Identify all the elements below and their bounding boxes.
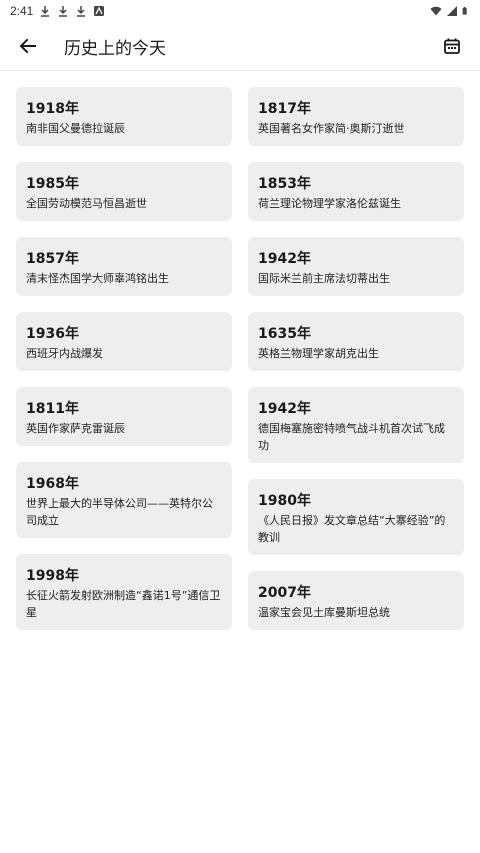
calendar-button[interactable] — [438, 32, 466, 60]
status-right — [430, 5, 470, 17]
event-year: 1985年 — [26, 176, 79, 192]
status-time: 2:41 — [10, 4, 34, 18]
event-description: 世界上最大的半导体公司——英特尔公司成立 — [26, 497, 213, 527]
event-description: 清末怪杰国学大师辜鸿铭出生 — [26, 272, 169, 285]
header-divider — [0, 70, 480, 71]
event-year: 1968年 — [26, 476, 79, 492]
event-year: 1811年 — [26, 401, 79, 417]
battery-icon — [462, 7, 467, 15]
event-year: 2007年 — [258, 585, 311, 601]
app-bar: 历史上的今天 — [0, 22, 480, 70]
event-description: 荷兰理论物理学家洛伦兹诞生 — [258, 197, 401, 210]
signal-icon — [447, 6, 457, 16]
event-card[interactable]: 1857年 清末怪杰国学大师辜鸿铭出生 — [16, 237, 232, 296]
event-card[interactable]: 1817年 英国著名女作家简·奥斯汀逝世 — [248, 87, 464, 146]
download-icon — [59, 6, 68, 17]
event-description: 德国梅塞施密特喷气战斗机首次试飞成功 — [258, 422, 445, 452]
event-year: 1942年 — [258, 401, 311, 417]
event-year: 1942年 — [258, 251, 311, 267]
event-card[interactable]: 1853年 荷兰理论物理学家洛伦兹诞生 — [248, 162, 464, 221]
event-card[interactable]: 1985年 全国劳动模范马恒昌逝世 — [16, 162, 232, 221]
event-card[interactable]: 1968年 世界上最大的半导体公司——英特尔公司成立 — [16, 462, 232, 538]
event-description: 英国作家萨克雷诞辰 — [26, 422, 125, 435]
event-year: 1918年 — [26, 101, 79, 117]
event-card[interactable]: 1942年 国际米兰前主席法切蒂出生 — [248, 237, 464, 296]
event-card[interactable]: 1811年 英国作家萨克雷诞辰 — [16, 387, 232, 446]
calendar-icon — [444, 38, 460, 54]
event-year: 1635年 — [258, 326, 311, 342]
event-card[interactable]: 1980年 《人民日报》发文章总结“大寨经验”的教训 — [248, 479, 464, 555]
back-button[interactable] — [14, 32, 42, 60]
event-card[interactable]: 1918年 南非国父曼德拉诞辰 — [16, 87, 232, 146]
event-year: 1857年 — [26, 251, 79, 267]
events-column-left: 1918年 南非国父曼德拉诞辰 1985年 全国劳动模范马恒昌逝世 1857年 … — [16, 87, 232, 630]
status-left: 2:41 — [10, 4, 105, 18]
event-card[interactable]: 1635年 英格兰物理学家胡克出生 — [248, 312, 464, 371]
event-card[interactable]: 2007年 温家宝会见土库曼斯坦总统 — [248, 571, 464, 630]
event-description: 全国劳动模范马恒昌逝世 — [26, 197, 147, 210]
event-description: 英格兰物理学家胡克出生 — [258, 347, 379, 360]
event-card[interactable]: 1998年 长征火箭发射欧洲制造“鑫诺1号”通信卫星 — [16, 554, 232, 630]
status-bar: 2:41 — [0, 0, 480, 22]
page-title: 历史上的今天 — [64, 38, 166, 59]
event-year: 1980年 — [258, 493, 311, 509]
event-card[interactable]: 1936年 西班牙内战爆发 — [16, 312, 232, 371]
app-notification-icon — [94, 6, 105, 16]
event-description: 西班牙内战爆发 — [26, 347, 103, 360]
event-description: 英国著名女作家简·奥斯汀逝世 — [258, 122, 405, 135]
download-icon — [41, 6, 50, 17]
events-column-right: 1817年 英国著名女作家简·奥斯汀逝世 1853年 荷兰理论物理学家洛伦兹诞生… — [248, 87, 464, 630]
event-year: 1936年 — [26, 326, 79, 342]
events-grid: 1918年 南非国父曼德拉诞辰 1985年 全国劳动模范马恒昌逝世 1857年 … — [16, 87, 464, 630]
arrow-left-icon — [19, 38, 36, 54]
event-year: 1998年 — [26, 568, 79, 584]
download-icon — [77, 6, 86, 17]
event-year: 1817年 — [258, 101, 311, 117]
wifi-icon — [430, 6, 442, 16]
event-description: 南非国父曼德拉诞辰 — [26, 122, 125, 135]
event-description: 《人民日报》发文章总结“大寨经验”的教训 — [258, 514, 446, 544]
event-year: 1853年 — [258, 176, 311, 192]
event-card[interactable]: 1942年 德国梅塞施密特喷气战斗机首次试飞成功 — [248, 387, 464, 463]
event-description: 长征火箭发射欧洲制造“鑫诺1号”通信卫星 — [26, 589, 221, 619]
event-description: 温家宝会见土库曼斯坦总统 — [258, 606, 390, 619]
event-description: 国际米兰前主席法切蒂出生 — [258, 272, 390, 285]
